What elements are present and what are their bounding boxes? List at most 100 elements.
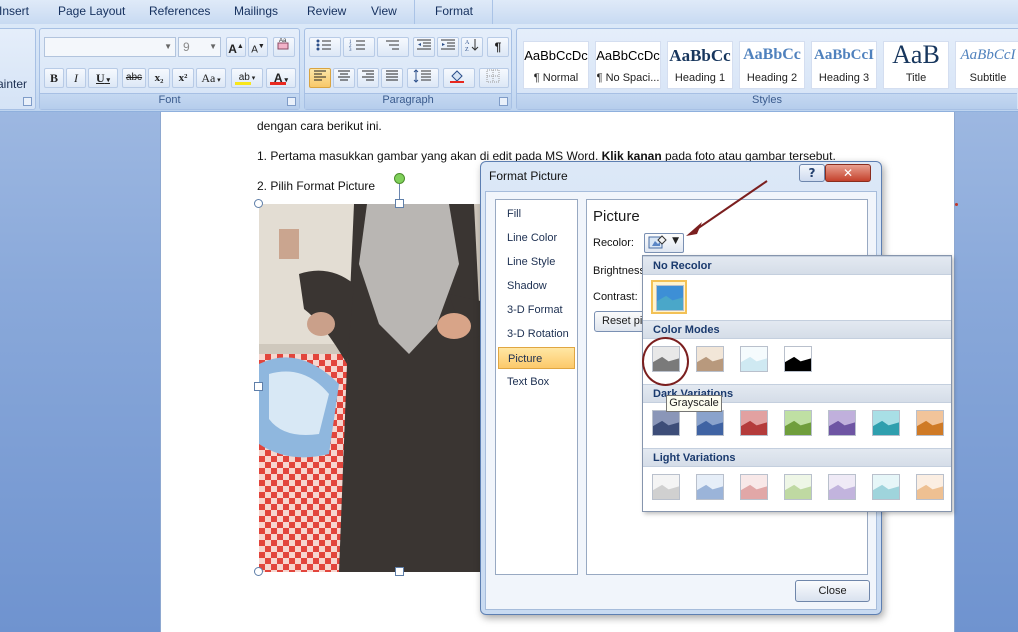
recolor-icon <box>648 235 667 249</box>
resize-handle-bottom[interactable] <box>395 567 404 576</box>
close-icon[interactable]: ✕ <box>825 164 871 182</box>
light-variation-swatch[interactable] <box>827 473 857 501</box>
chevron-down-icon[interactable]: ▾ <box>105 76 110 84</box>
font-launcher-icon[interactable] <box>287 97 296 106</box>
font-name-combobox[interactable]: ▼ <box>44 37 176 57</box>
chevron-down-icon[interactable]: ▼ <box>209 38 217 56</box>
nav-item-3d-rotation[interactable]: 3-D Rotation <box>498 323 575 345</box>
shrink-font-button[interactable]: A▼ <box>248 37 268 57</box>
show-formatting-button[interactable]: ¶ <box>487 37 509 57</box>
no-recolor-swatch[interactable] <box>651 280 687 314</box>
font-color-button[interactable]: A ▾ <box>266 68 296 88</box>
dark-variation-swatch[interactable] <box>695 409 725 437</box>
styles-group: AaBbCcDc ¶ Normal AaBbCcDc ¶ No Spaci...… <box>516 28 1018 110</box>
tab-mailings[interactable]: Mailings <box>234 4 278 18</box>
clear-formatting-button[interactable]: Aa <box>273 37 295 57</box>
justify-button[interactable] <box>381 68 403 88</box>
styles-group-label: Styles <box>517 93 1017 109</box>
close-button[interactable]: Close <box>795 580 870 602</box>
nav-item-picture[interactable]: Picture <box>498 347 575 369</box>
swatch-landscape <box>697 356 723 371</box>
dark-variation-swatch[interactable] <box>871 409 901 437</box>
numbering-button[interactable]: 123 <box>343 37 375 57</box>
style-subtitle[interactable]: AaBbCcI Subtitle <box>955 41 1018 89</box>
format-painter-label[interactable]: ainter <box>0 77 27 91</box>
style-title[interactable]: AaB Title <box>883 40 949 89</box>
bullets-button[interactable] <box>309 37 341 57</box>
align-right-button[interactable] <box>357 68 379 88</box>
tab-view[interactable]: View <box>371 4 397 18</box>
decrease-indent-button[interactable] <box>413 37 435 57</box>
nav-item-fill[interactable]: Fill <box>498 203 575 225</box>
help-button[interactable]: ? <box>799 164 825 182</box>
dark-variation-swatch[interactable] <box>739 409 769 437</box>
align-center-icon <box>338 70 350 81</box>
resize-handle-top[interactable] <box>395 199 404 208</box>
light-variation-swatch[interactable] <box>915 473 945 501</box>
light-variation-swatch[interactable] <box>871 473 901 501</box>
tab-review[interactable]: Review <box>307 4 346 18</box>
resize-handle-top-left[interactable] <box>254 199 263 208</box>
chevron-down-icon[interactable]: ▼ <box>672 236 679 246</box>
chevron-down-icon[interactable]: ▼ <box>164 38 172 56</box>
recolor-menu: No Recolor Color Modes Dark Variations L… <box>642 255 952 512</box>
tab-page-layout[interactable]: Page Layout <box>58 4 125 18</box>
change-case-button[interactable]: Aa ▾ <box>196 68 226 88</box>
light-variation-swatch[interactable] <box>739 473 769 501</box>
text-highlight-button[interactable]: ab ▾ <box>231 68 263 88</box>
tab-format[interactable]: Format <box>435 4 473 18</box>
recolor-dropdown-button[interactable]: ▼ <box>644 233 684 253</box>
color-mode-swatch[interactable] <box>783 345 813 373</box>
bold-button[interactable]: B <box>44 68 64 88</box>
swatch-thumbnail <box>828 410 856 436</box>
subscript-button[interactable]: x₂ <box>148 68 170 88</box>
nav-item-line-color[interactable]: Line Color <box>498 227 575 249</box>
line-spacing-button[interactable] <box>407 68 439 88</box>
color-mode-swatch[interactable] <box>695 345 725 373</box>
section-color-modes: Color Modes <box>643 320 951 339</box>
sort-button[interactable]: AZ <box>461 37 483 57</box>
dark-variation-swatch[interactable] <box>915 409 945 437</box>
resize-handle-bottom-left[interactable] <box>254 567 263 576</box>
clipboard-launcher-icon[interactable] <box>23 97 32 106</box>
nav-item-text-box[interactable]: Text Box <box>498 371 575 393</box>
rotate-handle[interactable] <box>394 173 405 184</box>
style-heading-3[interactable]: AaBbCcI Heading 3 <box>811 41 877 89</box>
multilevel-list-button[interactable] <box>377 37 409 57</box>
superscript-button[interactable]: x² <box>172 68 194 88</box>
dark-variation-swatch[interactable] <box>783 409 813 437</box>
resize-handle-left[interactable] <box>254 382 263 391</box>
dark-variation-swatch[interactable] <box>651 409 681 437</box>
chevron-down-icon[interactable]: ▾ <box>215 76 221 84</box>
increase-indent-button[interactable] <box>437 37 459 57</box>
underline-button[interactable]: U ▾ <box>88 68 118 88</box>
light-variation-swatch[interactable] <box>695 473 725 501</box>
light-variation-swatch[interactable] <box>651 473 681 501</box>
dark-variation-swatch[interactable] <box>827 409 857 437</box>
paragraph-launcher-icon[interactable] <box>499 97 508 106</box>
nav-item-3d-format[interactable]: 3-D Format <box>498 299 575 321</box>
style-heading-1[interactable]: AaBbCc Heading 1 <box>667 41 733 89</box>
swatch-thumbnail <box>828 474 856 500</box>
borders-button[interactable] <box>479 68 509 88</box>
swatch-thumbnail <box>872 474 900 500</box>
grow-font-button[interactable]: A▲ <box>226 37 246 57</box>
style-name: Heading 2 <box>746 72 798 84</box>
color-mode-swatch[interactable] <box>739 345 769 373</box>
strikethrough-button[interactable]: abc <box>122 68 146 88</box>
nav-item-line-style[interactable]: Line Style <box>498 251 575 273</box>
style-heading-2[interactable]: AaBbCc Heading 2 <box>739 41 805 89</box>
chevron-down-icon[interactable]: ▾ <box>250 75 256 82</box>
style-normal[interactable]: AaBbCcDc ¶ Normal <box>523 41 589 89</box>
nav-item-shadow[interactable]: Shadow <box>498 275 575 297</box>
shading-button[interactable] <box>443 68 475 88</box>
style-no-spacing[interactable]: AaBbCcDc ¶ No Spaci... <box>595 41 661 89</box>
light-variation-swatch[interactable] <box>783 473 813 501</box>
swatch-thumbnail <box>916 474 944 500</box>
tab-references[interactable]: References <box>149 4 210 18</box>
align-center-button[interactable] <box>333 68 355 88</box>
italic-button[interactable]: I <box>66 68 86 88</box>
font-size-combobox[interactable]: 9 ▼ <box>178 37 221 57</box>
tab-insert[interactable]: Insert <box>0 4 29 18</box>
align-left-button[interactable] <box>309 68 331 88</box>
